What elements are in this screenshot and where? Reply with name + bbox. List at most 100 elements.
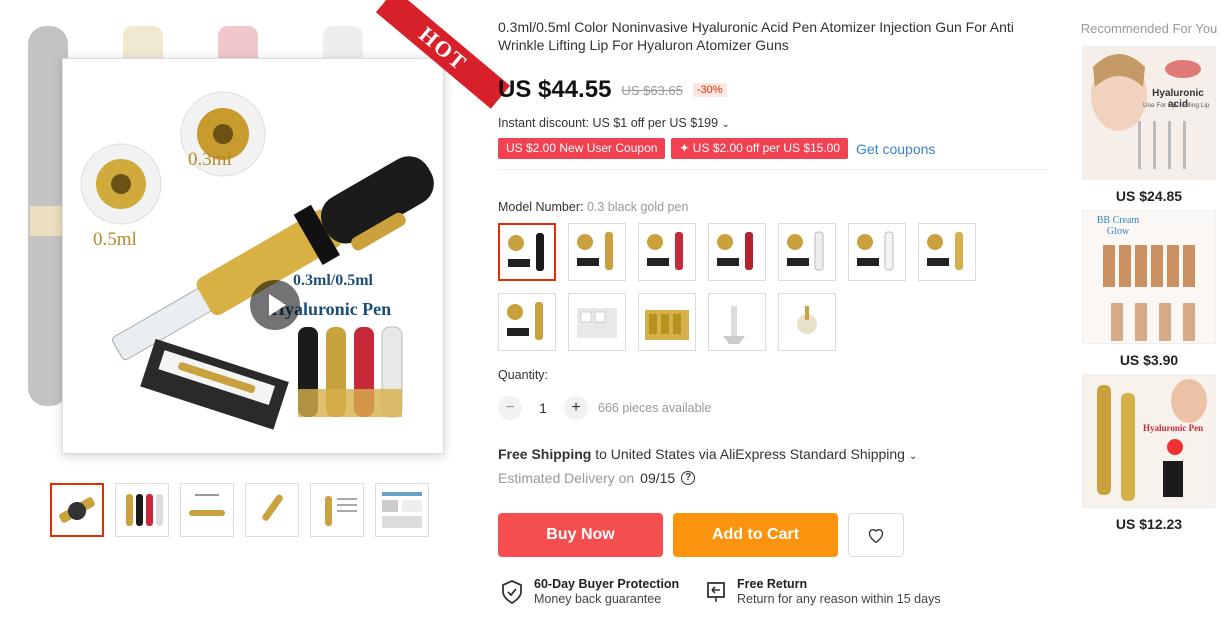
- thumbnail-image: [126, 494, 163, 526]
- discount-badge: -30%: [692, 83, 727, 97]
- add-to-cart-button[interactable]: Add to Cart: [673, 513, 838, 557]
- shield-check-icon: [502, 579, 522, 604]
- variant-0.3-white[interactable]: [778, 223, 836, 281]
- free-return: Free Return Return for any reason within…: [705, 577, 941, 606]
- thumbnail-image: [189, 494, 225, 516]
- heart-icon: [868, 529, 884, 544]
- thumbnail-3[interactable]: [180, 483, 234, 537]
- protection-title: 60-Day Buyer Protection: [534, 577, 680, 591]
- play-video-button[interactable]: [250, 280, 300, 330]
- variant-0.3-black-gold[interactable]: [498, 223, 556, 281]
- variant-0.5-red[interactable]: [708, 223, 766, 281]
- recommended-price: US $3.90: [1119, 352, 1179, 368]
- help-icon[interactable]: ?: [681, 471, 696, 485]
- variant-image: [508, 233, 544, 271]
- main-product-image[interactable]: 0.3ml 0.5ml 0.3ml/0.5ml Hyaluronic Pen: [62, 58, 444, 454]
- quantity-stepper: − 1 + 666 pieces available: [498, 396, 711, 420]
- buyer-protection: 60-Day Buyer Protection Money back guara…: [500, 577, 679, 606]
- recommended-image: Hyaluronic Pen: [1082, 374, 1216, 508]
- thumbnail-image: [59, 497, 95, 523]
- product-info: 0.3ml/0.5ml Color Noninvasive Hyaluronic…: [498, 18, 1048, 170]
- recommended-subcaption: Use For Lip Filling Lip: [1143, 102, 1210, 109]
- buy-now-button[interactable]: Buy Now: [498, 513, 663, 557]
- size-label-05: 0.5ml: [93, 229, 137, 250]
- variant-30pcs-adapter[interactable]: [778, 293, 836, 351]
- variant-0.3-red[interactable]: [638, 223, 696, 281]
- delivery-estimate: Estimated Delivery on 09/15 ?: [498, 470, 696, 486]
- instant-discount-text: Instant discount: US $1 off per US $199: [498, 116, 719, 130]
- new-user-coupon[interactable]: US $2.00 New User Coupon: [498, 138, 666, 159]
- recommended-price: US $12.23: [1115, 516, 1183, 532]
- variant-0.3-gold[interactable]: [568, 223, 626, 281]
- return-subtitle: Return for any reason within 15 days: [737, 592, 941, 606]
- product-gallery: 0.3ml 0.5ml 0.3ml/0.5ml Hyaluronic Pen H…: [28, 0, 511, 454]
- quantity-increase-button[interactable]: +: [564, 396, 588, 420]
- thumbnail-4[interactable]: [245, 483, 299, 537]
- variant-image: [723, 306, 745, 344]
- shipping-info[interactable]: Free Shipping to United States via AliEx…: [498, 446, 917, 462]
- quantity-decrease-button[interactable]: −: [498, 396, 522, 420]
- quantity-value[interactable]: 1: [528, 400, 558, 416]
- delivery-label: Estimated Delivery on: [498, 470, 635, 486]
- chevron-down-icon: ⌄: [721, 119, 730, 130]
- model-value: 0.3 black gold pen: [586, 200, 689, 214]
- thumbnail-2[interactable]: [115, 483, 169, 537]
- delivery-date: 09/15: [640, 470, 676, 486]
- free-shipping-text: Free Shipping: [498, 446, 592, 462]
- variant-image: [787, 231, 824, 271]
- thumbnail-image: [262, 494, 283, 521]
- model-label-text: Model Number:: [498, 200, 584, 214]
- variant-image: [857, 231, 894, 271]
- thumbnail-5[interactable]: [310, 483, 364, 537]
- divider: [498, 169, 1048, 170]
- instant-discount[interactable]: Instant discount: US $1 off per US $199 …: [498, 116, 1048, 130]
- play-icon: [269, 294, 286, 316]
- recommended-price: US $24.85: [1115, 188, 1183, 204]
- thumbnail-strip: [50, 483, 429, 537]
- shipping-detail: to United States via AliExpress Standard…: [591, 446, 905, 462]
- available-stock: 666 pieces available: [598, 401, 712, 415]
- variant-image: [645, 310, 689, 340]
- get-coupons-link[interactable]: Get coupons: [856, 141, 935, 157]
- chevron-down-icon: ⌄: [908, 451, 918, 462]
- variant-selector: [498, 223, 988, 351]
- thumbnail-1[interactable]: [50, 483, 104, 537]
- recommended-item[interactable]: Hyaluronic Pen US $12.23: [1080, 374, 1218, 532]
- variant-0.5-black-gold[interactable]: [498, 293, 556, 351]
- recommended-item[interactable]: Hyaluronic acid Use For Lip Filling Lip …: [1080, 46, 1218, 204]
- recommended-caption: BB Cream Glow: [1096, 215, 1140, 237]
- variant-30pcs-gold-head[interactable]: [638, 293, 696, 351]
- return-title: Free Return: [737, 577, 808, 591]
- protection-subtitle: Money back guarantee: [534, 592, 662, 606]
- recommended-visual: [1083, 47, 1215, 179]
- thumbnail-image: [382, 492, 422, 528]
- recommended-image: Hyaluronic acid Use For Lip Filling Lip: [1082, 46, 1216, 180]
- recommended-sidebar: Recommended For You Hyaluronic acid Use …: [1080, 0, 1218, 532]
- recommended-caption: Hyaluronic Pen: [1143, 423, 1204, 433]
- recommended-visual: [1083, 375, 1215, 507]
- thumbnail-image: [325, 496, 357, 526]
- original-price: US $63.65: [621, 82, 683, 98]
- return-box-icon: [707, 581, 725, 602]
- variant-image: [507, 302, 543, 340]
- variant-image: [927, 232, 963, 270]
- variant-image: [717, 232, 753, 270]
- price-row: US $44.55 US $63.65 -30%: [498, 76, 1048, 104]
- variant-0.5-gold[interactable]: [918, 223, 976, 281]
- product-title: 0.3ml/0.5ml Color Noninvasive Hyaluronic…: [498, 19, 1014, 53]
- banner-size-text: 0.3ml/0.5ml: [293, 272, 374, 289]
- size-label-03: 0.3ml: [188, 149, 232, 170]
- wishlist-button[interactable]: [848, 513, 904, 557]
- variant-image: [577, 308, 617, 338]
- coupon-row: US $2.00 New User Coupon ✦ US $2.00 off …: [498, 138, 1048, 159]
- recommended-item[interactable]: BB Cream Glow US $3.90: [1080, 210, 1218, 368]
- variant-30pcs-ampoule[interactable]: [568, 293, 626, 351]
- variant-image: [647, 232, 683, 270]
- model-number-label: Model Number: 0.3 black gold pen: [498, 200, 688, 214]
- quantity-label: Quantity:: [498, 368, 549, 382]
- thumbnail-6[interactable]: [375, 483, 429, 537]
- store-coupon[interactable]: ✦ US $2.00 off per US $15.00: [671, 138, 849, 159]
- hyaluronic-pen-illustration: 0.3ml 0.5ml 0.3ml/0.5ml Hyaluronic Pen: [80, 91, 434, 430]
- variant-30pcs-nozzle[interactable]: [708, 293, 766, 351]
- variant-0.5-white[interactable]: [848, 223, 906, 281]
